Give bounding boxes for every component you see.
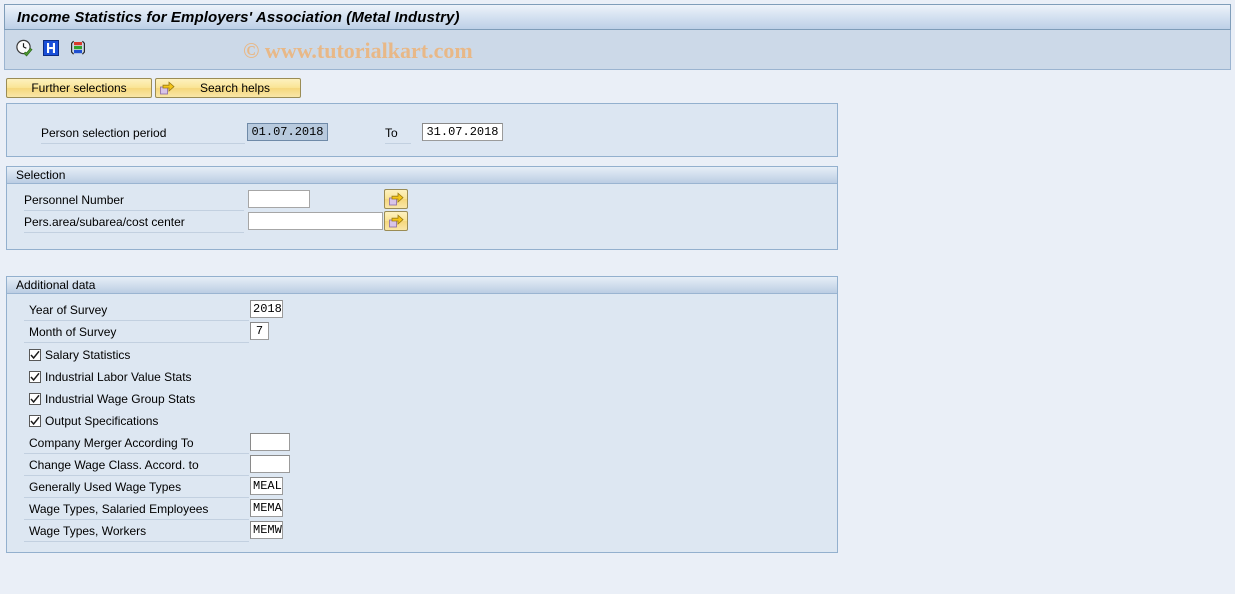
label-underline (41, 143, 245, 144)
month-of-survey-input[interactable]: 7 (250, 322, 269, 340)
personnel-number-input[interactable] (248, 190, 310, 208)
arrow-right-icon (160, 81, 175, 95)
checkbox-icon[interactable] (29, 348, 41, 361)
year-of-survey-label: Year of Survey (29, 303, 108, 317)
wage-types-salaried-label: Wage Types, Salaried Employees (29, 502, 209, 516)
label-underline (24, 497, 249, 498)
month-of-survey-label: Month of Survey (29, 325, 117, 339)
execute-clock-icon[interactable] (15, 39, 33, 57)
personnel-number-label: Personnel Number (24, 193, 125, 207)
pers-area-row: Pers.area/subarea/cost center (24, 213, 185, 232)
label-underline (24, 541, 249, 542)
wage-types-workers-row: Wage Types, Workers (29, 522, 146, 541)
variant-icon[interactable] (69, 39, 87, 57)
window-title-bar: Income Statistics for Employers' Associa… (4, 4, 1231, 30)
information-icon[interactable] (42, 39, 60, 57)
period-to-label: To (385, 126, 398, 140)
year-of-survey-row: Year of Survey (29, 301, 107, 320)
change-wage-class-row: Change Wage Class. Accord. to (29, 456, 199, 475)
label-underline (24, 453, 249, 454)
checkbox-label: Industrial Wage Group Stats (45, 391, 196, 406)
wage-types-workers-input[interactable]: MEMW (250, 521, 283, 539)
additional-data-panel: Additional data Year of Survey 2018 Mont… (6, 276, 838, 553)
person-selection-period-panel: Person selection period 01.07.2018 To 31… (6, 103, 838, 157)
checkbox-industrial-wage-group-stats[interactable]: Industrial Wage Group Stats (29, 390, 195, 407)
change-wage-class-label: Change Wage Class. Accord. to (29, 458, 199, 472)
checkbox-icon[interactable] (29, 414, 41, 427)
label-underline (24, 232, 244, 233)
pers-area-label: Pers.area/subarea/cost center (24, 215, 185, 229)
wage-types-salaried-input[interactable]: MEMA (250, 499, 283, 517)
personnel-number-multiple-selection-button[interactable] (384, 189, 408, 209)
person-selection-period-label: Person selection period (41, 126, 167, 140)
generally-used-wage-types-label: Generally Used Wage Types (29, 480, 182, 494)
pers-area-multiple-selection-button[interactable] (384, 211, 408, 231)
arrow-right-icon (388, 214, 404, 228)
company-merger-input[interactable] (250, 433, 290, 451)
personnel-number-row: Personnel Number (24, 191, 124, 210)
wage-types-workers-label: Wage Types, Workers (29, 524, 147, 538)
further-selections-button[interactable]: Further selections (6, 78, 152, 98)
generally-used-wage-types-row: Generally Used Wage Types (29, 478, 181, 497)
arrow-right-icon (388, 192, 404, 206)
search-helps-button[interactable]: Search helps (155, 78, 301, 98)
checkbox-salary-statistics[interactable]: Salary Statistics (29, 346, 130, 363)
pers-area-input[interactable] (248, 212, 383, 230)
label-underline (24, 320, 249, 321)
checkbox-industrial-labor-value-stats[interactable]: Industrial Labor Value Stats (29, 368, 192, 385)
checkbox-output-specifications[interactable]: Output Specifications (29, 412, 158, 429)
company-merger-row: Company Merger According To (29, 434, 194, 453)
checkbox-label: Salary Statistics (45, 347, 131, 362)
label-underline (24, 210, 244, 211)
label-underline (24, 519, 249, 520)
checkbox-icon[interactable] (29, 370, 41, 383)
toolbar-icon-group (15, 39, 87, 57)
label-underline (24, 342, 249, 343)
page-title: Income Statistics for Employers' Associa… (17, 8, 460, 26)
month-of-survey-row: Month of Survey (29, 323, 116, 342)
checkbox-label: Industrial Labor Value Stats (45, 369, 192, 384)
application-toolbar (4, 30, 1231, 70)
selection-button-row: Further selections Search helps (6, 78, 301, 98)
generally-used-wage-types-input[interactable]: MEAL (250, 477, 283, 495)
change-wage-class-input[interactable] (250, 455, 290, 473)
period-to-input[interactable]: 31.07.2018 (422, 123, 503, 141)
wage-types-salaried-row: Wage Types, Salaried Employees (29, 500, 208, 519)
year-of-survey-input[interactable]: 2018 (250, 300, 283, 318)
company-merger-label: Company Merger According To (29, 436, 194, 450)
search-helps-label: Search helps (199, 81, 271, 95)
label-underline (24, 475, 249, 476)
checkbox-label: Output Specifications (45, 413, 159, 428)
selection-panel-header: Selection (7, 167, 837, 184)
person-selection-period-row: Person selection period (41, 124, 166, 143)
additional-data-panel-header: Additional data (7, 277, 837, 294)
to-label-underline (385, 143, 411, 144)
selection-panel: Selection Personnel Number Pers.area/sub… (6, 166, 838, 250)
period-from-input[interactable]: 01.07.2018 (247, 123, 328, 141)
checkbox-icon[interactable] (29, 392, 41, 405)
